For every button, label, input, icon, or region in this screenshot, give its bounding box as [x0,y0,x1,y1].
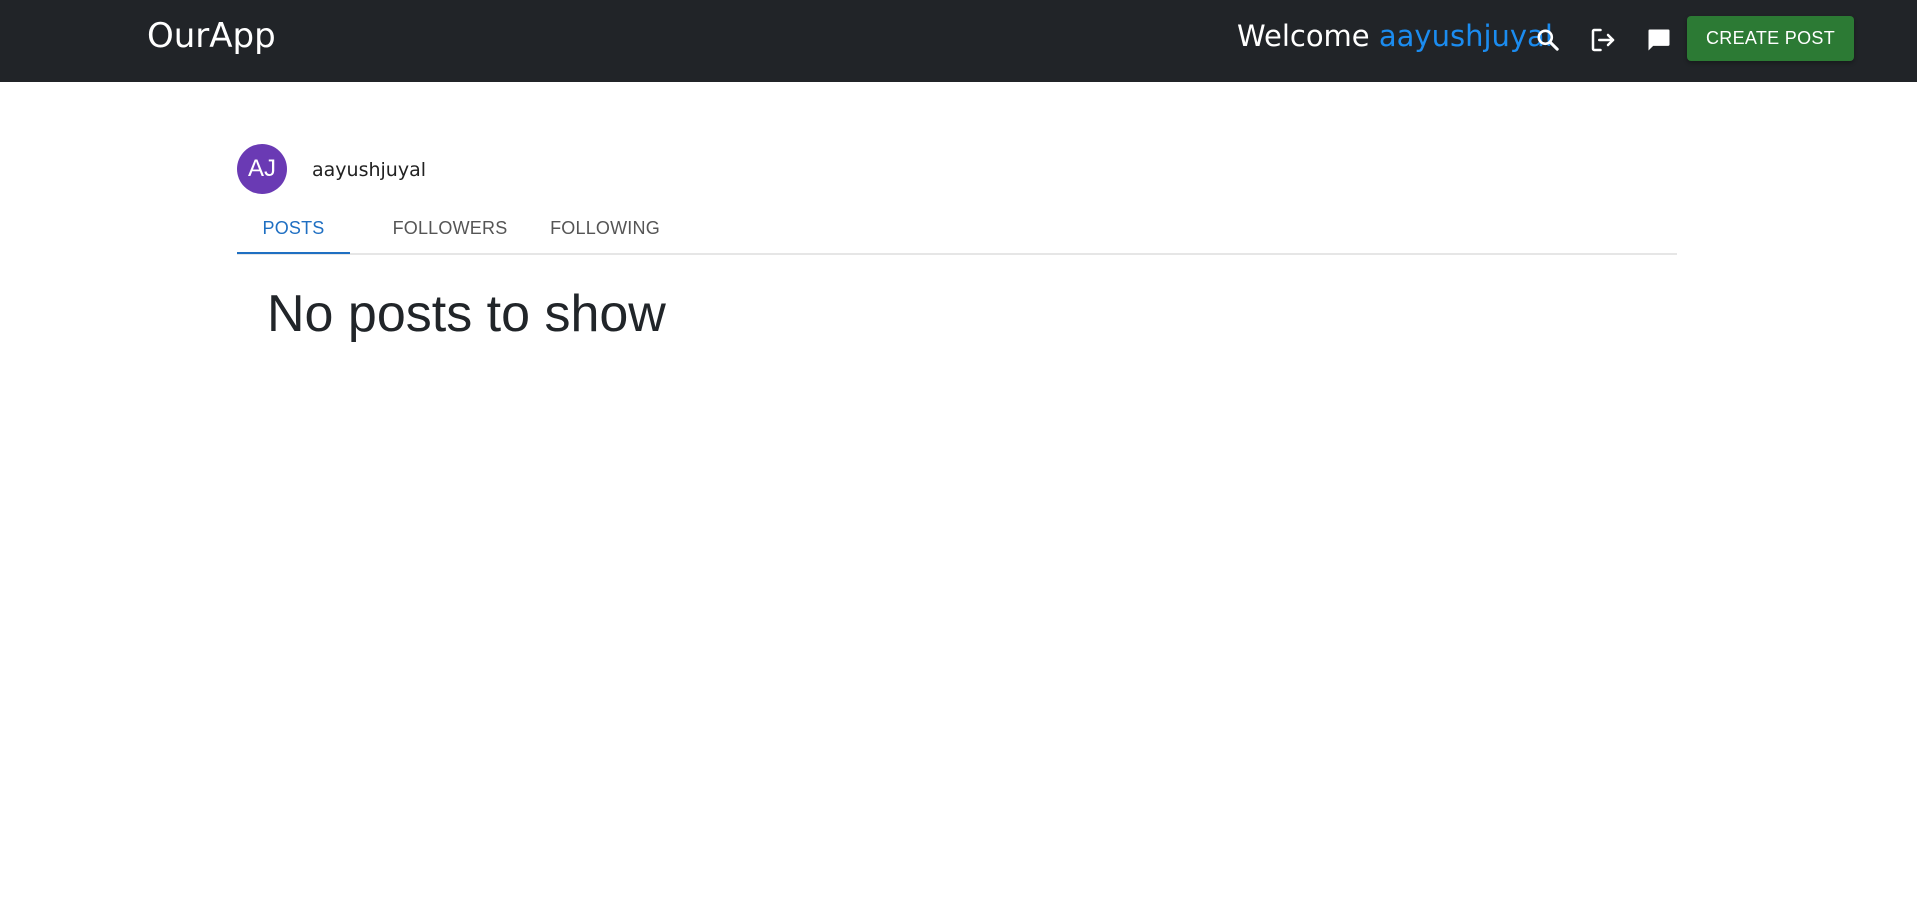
top-navbar: OurApp Welcome aayushjuyal CREATE POST [0,0,1917,82]
create-post-button[interactable]: CREATE POST [1687,16,1854,61]
avatar: AJ [237,144,287,194]
chat-button[interactable] [1641,22,1677,58]
welcome-message: Welcome aayushjuyal [1237,16,1553,56]
logout-icon [1591,28,1615,52]
chat-icon [1648,29,1670,51]
empty-posts-message: No posts to show [267,285,666,343]
welcome-text: Welcome [1237,19,1370,53]
tab-following[interactable]: FOLLOWING [519,203,691,253]
profile-tabs: POSTS FOLLOWERS FOLLOWING [237,203,1677,255]
profile-username-link[interactable]: aayushjuyal [1379,19,1553,53]
search-button[interactable] [1530,22,1566,58]
profile-username: aayushjuyal [312,159,426,181]
tab-posts[interactable]: POSTS [237,203,350,253]
search-icon [1537,29,1559,51]
brand-logo-link[interactable]: OurApp [147,16,276,56]
logout-button[interactable] [1585,22,1621,58]
tab-followers[interactable]: FOLLOWERS [364,203,536,253]
active-tab-indicator [237,252,350,254]
